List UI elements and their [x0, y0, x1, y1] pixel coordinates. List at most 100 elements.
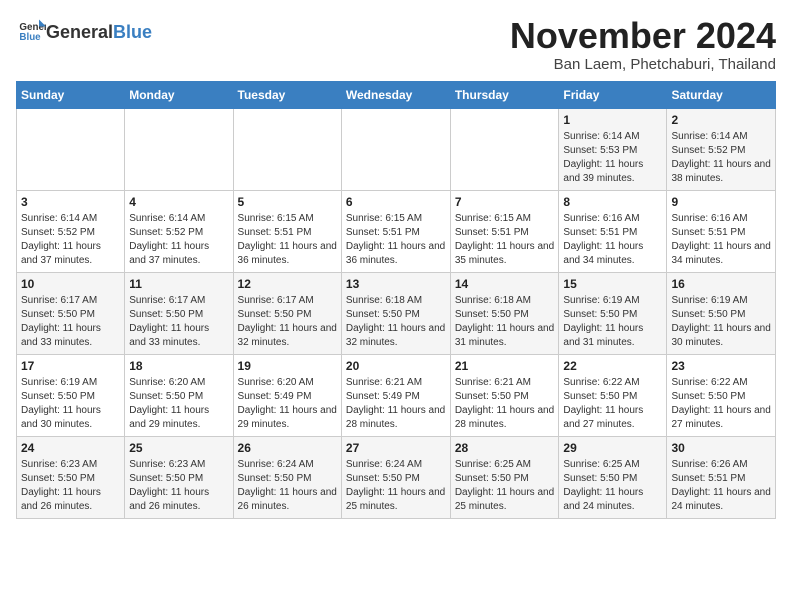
title-area: November 2024 Ban Laem, Phetchaburi, Tha…	[510, 16, 776, 73]
day-content: Sunrise: 6:14 AM Sunset: 5:52 PM Dayligh…	[21, 212, 120, 268]
calendar-cell: 20Sunrise: 6:21 AM Sunset: 5:49 PM Dayli…	[341, 354, 450, 436]
day-content: Sunrise: 6:21 AM Sunset: 5:50 PM Dayligh…	[455, 376, 555, 432]
day-content: Sunrise: 6:22 AM Sunset: 5:50 PM Dayligh…	[671, 376, 771, 432]
calendar-cell: 19 Sunrise: 6:20 AM Sunset: 5:49 PM Dayli…	[233, 354, 341, 436]
calendar-header: Sunday Monday Tuesday Wednesday Thursday…	[17, 81, 776, 108]
day-number: 30	[671, 441, 771, 455]
calendar-table: Sunday Monday Tuesday Wednesday Thursday…	[16, 81, 776, 519]
day-content: Sunrise: 6:16 AM Sunset: 5:51 PM Dayligh…	[671, 212, 771, 268]
week-row-1: 3Sunrise: 6:14 AM Sunset: 5:52 PM Daylig…	[17, 190, 776, 272]
day-number: 9	[671, 195, 771, 209]
logo: General Blue GeneralBlue	[16, 16, 152, 49]
calendar-cell: 30Sunrise: 6:26 AM Sunset: 5:51 PM Dayli…	[667, 436, 776, 518]
calendar-cell: 12 Sunrise: 6:17 AM Sunset: 5:50 PM Dayli…	[233, 272, 341, 354]
calendar-cell: 16Sunrise: 6:19 AM Sunset: 5:50 PM Dayli…	[667, 272, 776, 354]
day-number: 2	[671, 113, 771, 127]
day-content: Sunrise: 6:22 AM Sunset: 5:50 PM Dayligh…	[563, 376, 662, 432]
day-number: 25	[129, 441, 228, 455]
calendar-cell: 15 Sunrise: 6:19 AM Sunset: 5:50 PM Dayli…	[559, 272, 667, 354]
calendar-cell: 6Sunrise: 6:15 AM Sunset: 5:51 PM Daylig…	[341, 190, 450, 272]
day-content: Sunrise: 6:17 AM Sunset: 5:50 PM Dayligh…	[238, 294, 337, 350]
day-number: 19	[238, 359, 337, 373]
day-content: Sunrise: 6:24 AM Sunset: 5:50 PM Dayligh…	[346, 458, 446, 514]
header-monday: Monday	[125, 81, 233, 108]
day-number: 10	[21, 277, 120, 291]
day-content: Sunrise: 6:18 AM Sunset: 5:50 PM Dayligh…	[455, 294, 555, 350]
page-header: General Blue GeneralBlue November 2024 B…	[16, 16, 776, 73]
day-content: Sunrise: 6:24 AM Sunset: 5:50 PM Dayligh…	[238, 458, 337, 514]
day-number: 5	[238, 195, 337, 209]
logo-icon: General Blue	[18, 16, 46, 44]
calendar-cell: 5 Sunrise: 6:15 AM Sunset: 5:51 PM Daylig…	[233, 190, 341, 272]
calendar-cell: 11 Sunrise: 6:17 AM Sunset: 5:50 PM Dayli…	[125, 272, 233, 354]
calendar-cell: 7 Sunrise: 6:15 AM Sunset: 5:51 PM Daylig…	[450, 190, 559, 272]
day-content: Sunrise: 6:15 AM Sunset: 5:51 PM Dayligh…	[238, 212, 337, 268]
calendar-cell: 24 Sunrise: 6:23 AM Sunset: 5:50 PM Dayli…	[17, 436, 125, 518]
week-row-0: 1 Sunrise: 6:14 AM Sunset: 5:53 PM Daylig…	[17, 108, 776, 190]
day-number: 7	[455, 195, 555, 209]
day-content: Sunrise: 6:25 AM Sunset: 5:50 PM Dayligh…	[563, 458, 662, 514]
day-content: Sunrise: 6:19 AM Sunset: 5:50 PM Dayligh…	[563, 294, 662, 350]
calendar-cell	[17, 108, 125, 190]
calendar-cell: 4 Sunrise: 6:14 AM Sunset: 5:52 PM Daylig…	[125, 190, 233, 272]
day-number: 11	[129, 277, 228, 291]
calendar-cell: 9 Sunrise: 6:16 AM Sunset: 5:51 PM Daylig…	[667, 190, 776, 272]
day-number: 18	[129, 359, 228, 373]
week-row-2: 10 Sunrise: 6:17 AM Sunset: 5:50 PM Dayli…	[17, 272, 776, 354]
calendar-cell: 21 Sunrise: 6:21 AM Sunset: 5:50 PM Dayli…	[450, 354, 559, 436]
day-content: Sunrise: 6:20 AM Sunset: 5:50 PM Dayligh…	[129, 376, 228, 432]
day-content: Sunrise: 6:16 AM Sunset: 5:51 PM Dayligh…	[563, 212, 662, 268]
calendar-cell: 22Sunrise: 6:22 AM Sunset: 5:50 PM Dayli…	[559, 354, 667, 436]
calendar-cell: 1 Sunrise: 6:14 AM Sunset: 5:53 PM Daylig…	[559, 108, 667, 190]
day-number: 14	[455, 277, 555, 291]
calendar-cell: 13 Sunrise: 6:18 AM Sunset: 5:50 PM Dayli…	[341, 272, 450, 354]
day-content: Sunrise: 6:20 AM Sunset: 5:49 PM Dayligh…	[238, 376, 337, 432]
logo-general: General	[46, 22, 113, 42]
calendar-cell: 17 Sunrise: 6:19 AM Sunset: 5:50 PM Dayli…	[17, 354, 125, 436]
calendar-cell: 27 Sunrise: 6:24 AM Sunset: 5:50 PM Dayli…	[341, 436, 450, 518]
day-number: 12	[238, 277, 337, 291]
header-thursday: Thursday	[450, 81, 559, 108]
day-content: Sunrise: 6:14 AM Sunset: 5:52 PM Dayligh…	[129, 212, 228, 268]
day-content: Sunrise: 6:23 AM Sunset: 5:50 PM Dayligh…	[129, 458, 228, 514]
calendar-cell	[450, 108, 559, 190]
calendar-cell: 28Sunrise: 6:25 AM Sunset: 5:50 PM Dayli…	[450, 436, 559, 518]
day-content: Sunrise: 6:21 AM Sunset: 5:49 PM Dayligh…	[346, 376, 446, 432]
calendar-cell: 14 Sunrise: 6:18 AM Sunset: 5:50 PM Dayli…	[450, 272, 559, 354]
day-number: 24	[21, 441, 120, 455]
day-content: Sunrise: 6:15 AM Sunset: 5:51 PM Dayligh…	[455, 212, 555, 268]
day-content: Sunrise: 6:15 AM Sunset: 5:51 PM Dayligh…	[346, 212, 446, 268]
day-content: Sunrise: 6:23 AM Sunset: 5:50 PM Dayligh…	[21, 458, 120, 514]
day-number: 17	[21, 359, 120, 373]
calendar-body: 1 Sunrise: 6:14 AM Sunset: 5:53 PM Daylig…	[17, 108, 776, 518]
day-number: 4	[129, 195, 228, 209]
calendar-cell: 26 Sunrise: 6:24 AM Sunset: 5:50 PM Dayli…	[233, 436, 341, 518]
header-friday: Friday	[559, 81, 667, 108]
day-number: 27	[346, 441, 446, 455]
day-content: Sunrise: 6:17 AM Sunset: 5:50 PM Dayligh…	[21, 294, 120, 350]
header-saturday: Saturday	[667, 81, 776, 108]
calendar-cell	[125, 108, 233, 190]
day-number: 21	[455, 359, 555, 373]
header-sunday: Sunday	[17, 81, 125, 108]
day-number: 15	[563, 277, 662, 291]
day-number: 23	[671, 359, 771, 373]
calendar-cell	[341, 108, 450, 190]
day-number: 1	[563, 113, 662, 127]
calendar-cell: 29 Sunrise: 6:25 AM Sunset: 5:50 PM Dayli…	[559, 436, 667, 518]
calendar-cell: 18 Sunrise: 6:20 AM Sunset: 5:50 PM Dayli…	[125, 354, 233, 436]
day-content: Sunrise: 6:18 AM Sunset: 5:50 PM Dayligh…	[346, 294, 446, 350]
day-content: Sunrise: 6:25 AM Sunset: 5:50 PM Dayligh…	[455, 458, 555, 514]
calendar-cell	[233, 108, 341, 190]
day-content: Sunrise: 6:17 AM Sunset: 5:50 PM Dayligh…	[129, 294, 228, 350]
day-number: 13	[346, 277, 446, 291]
header-tuesday: Tuesday	[233, 81, 341, 108]
day-content: Sunrise: 6:14 AM Sunset: 5:52 PM Dayligh…	[671, 130, 771, 186]
day-content: Sunrise: 6:19 AM Sunset: 5:50 PM Dayligh…	[671, 294, 771, 350]
day-content: Sunrise: 6:19 AM Sunset: 5:50 PM Dayligh…	[21, 376, 120, 432]
day-number: 26	[238, 441, 337, 455]
logo-blue: Blue	[113, 22, 152, 42]
day-content: Sunrise: 6:14 AM Sunset: 5:53 PM Dayligh…	[563, 130, 662, 186]
day-number: 29	[563, 441, 662, 455]
header-wednesday: Wednesday	[341, 81, 450, 108]
